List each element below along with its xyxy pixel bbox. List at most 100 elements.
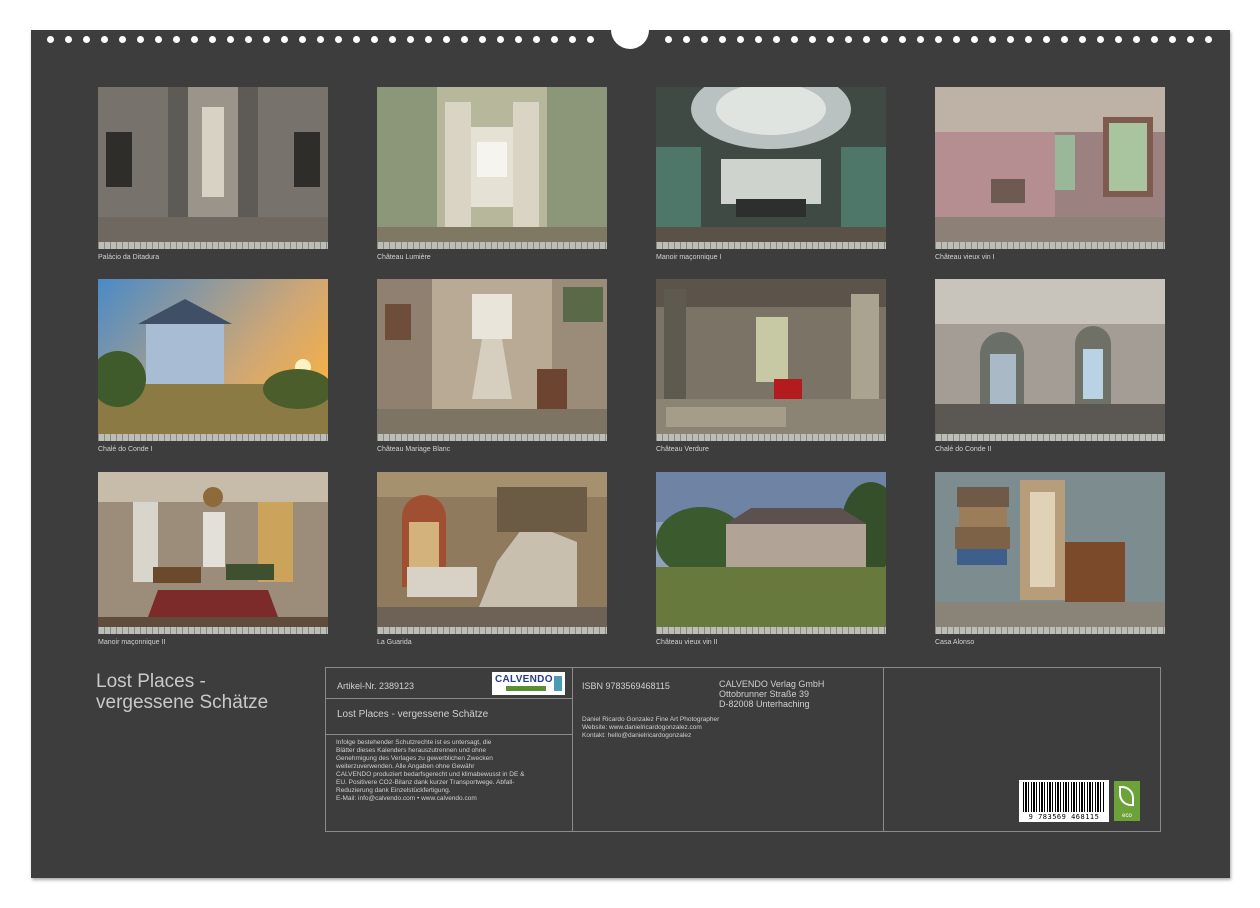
binding-hole: [1151, 36, 1158, 43]
binding-hole: [317, 36, 324, 43]
photo-card: Manoir maçonnique I: [656, 87, 886, 262]
binding-hole: [1115, 36, 1122, 43]
glass-dome-hall-photo: [656, 87, 886, 249]
binding-hole: [1187, 36, 1194, 43]
binding-hole: [371, 36, 378, 43]
legal-line: EU. Positivere CO2-Bilanz dank kurzer Tr…: [336, 779, 515, 786]
binding-hole: [863, 36, 870, 43]
credit-line: Daniel Ricardo Gonzalez Fine Art Photogr…: [582, 716, 720, 723]
binding-hole: [209, 36, 216, 43]
villa-sunset-photo: [98, 279, 328, 441]
photo-caption: Château Verdure: [656, 446, 709, 453]
binding-hole: [737, 36, 744, 43]
binding-hole: [533, 36, 540, 43]
photo-caption: Château Lumière: [377, 254, 431, 261]
binding-hole: [227, 36, 234, 43]
binding-hole: [1097, 36, 1104, 43]
address-line: D-82008 Unterhaching: [719, 699, 810, 709]
photo-caption: Château Mariage Blanc: [377, 446, 451, 453]
binding-hole: [1043, 36, 1050, 43]
photo-card: Chalé do Conde II: [935, 279, 1165, 454]
legal-line: Infolge bestehender Schutzrechte ist es …: [336, 739, 492, 746]
photo-caption: Chalé do Conde II: [935, 446, 992, 453]
imprint-box: Artikel-Nr. 2389123 CALVENDO Lost Places…: [325, 667, 1161, 832]
binding-hole: [755, 36, 762, 43]
legal-line: Blätter dieses Kalenders herauszutrennen…: [336, 747, 486, 754]
binding-hole: [281, 36, 288, 43]
legal-line: Genehmigung des Verlages zu gewerblichen…: [336, 755, 493, 762]
barcode-number: 9 783569 468115: [1028, 813, 1100, 821]
photo-card: Château vieux vin II: [656, 472, 886, 647]
binding-hole: [83, 36, 90, 43]
binding-hole: [155, 36, 162, 43]
binding-hole: [389, 36, 396, 43]
address-line: CALVENDO Verlag GmbH: [719, 679, 825, 689]
red-chair-ruin-photo: [656, 279, 886, 441]
photo-caption: Palácio da Ditadura: [98, 254, 160, 261]
binding-hole: [497, 36, 504, 43]
binding-hole: [989, 36, 996, 43]
binding-hole: [899, 36, 906, 43]
binding-hole: [47, 36, 54, 43]
legal-line: Reduzierung dank Einzelstückfertigung.: [336, 787, 451, 794]
divider: [326, 698, 572, 699]
binding-hole: [1169, 36, 1176, 43]
binding-hole: [245, 36, 252, 43]
binding-hole: [773, 36, 780, 43]
photo-card: Palácio da Ditadura: [98, 87, 328, 262]
binding-hole: [65, 36, 72, 43]
binding-hole: [407, 36, 414, 43]
barcode-bars: [1023, 782, 1105, 812]
binding-hole: [683, 36, 690, 43]
photo-card: Casa Alonso: [935, 472, 1165, 647]
binding-hole: [299, 36, 306, 43]
legal-line: E-Mail: info@calvendo.com • www.calvendo…: [336, 795, 477, 802]
binding-hole: [587, 36, 594, 43]
binding-hole: [1133, 36, 1140, 43]
legal-notice: Infolge bestehender Schutzrechte ist es …: [336, 739, 568, 803]
logo-name: CALVENDO: [495, 674, 553, 685]
photo-card: Château Mariage Blanc: [377, 279, 607, 454]
photo-caption: Chalé do Conde I: [98, 446, 153, 453]
logo-tagline: [506, 686, 546, 691]
binding-hole: [425, 36, 432, 43]
calendar-title: Lost Places - vergessene Schätze: [96, 671, 268, 713]
salon-chandelier-photo: [98, 472, 328, 634]
photo-card: Château vieux vin I: [935, 87, 1165, 262]
overgrown-mansion-photo: [656, 472, 886, 634]
binding-hole: [809, 36, 816, 43]
photo-card: Manoir maçonnique II: [98, 472, 328, 647]
credit-line: Website: www.danielricardogonzalez.com: [582, 724, 702, 731]
binding-hole: [335, 36, 342, 43]
photographer-credit: Daniel Ricardo Gonzalez Fine Art Photogr…: [582, 716, 719, 740]
calvendo-logo: CALVENDO: [492, 672, 565, 695]
photo-caption: Manoir maçonnique I: [656, 254, 722, 261]
photo-caption: Château vieux vin II: [656, 639, 718, 646]
logo-mark-icon: [554, 676, 562, 691]
open-double-doors-photo: [377, 87, 607, 249]
binding-hole: [1061, 36, 1068, 43]
grand-staircase-photo: [377, 472, 607, 634]
binding-hole: [971, 36, 978, 43]
binding-hole: [1007, 36, 1014, 43]
article-number: Artikel-Nr. 2389123: [337, 681, 415, 691]
binding-hole: [935, 36, 942, 43]
photo-caption: Château vieux vin I: [935, 254, 995, 261]
binding-hole: [917, 36, 924, 43]
binding-hole: [1025, 36, 1032, 43]
binding-hole: [263, 36, 270, 43]
binding-hole: [173, 36, 180, 43]
address-line: Ottobrunner Straße 39: [719, 689, 810, 699]
photo-caption: Casa Alonso: [935, 639, 975, 646]
binding-hole: [719, 36, 726, 43]
palace-atrium-photo: [98, 87, 328, 249]
binding-hole: [701, 36, 708, 43]
publisher-address: CALVENDO Verlag GmbH Ottobrunner Straße …: [719, 679, 824, 709]
leaf-icon: [1119, 786, 1134, 806]
photo-caption: Manoir maçonnique II: [98, 639, 166, 646]
divider: [326, 734, 572, 735]
binding-hole: [845, 36, 852, 43]
isbn: ISBN 9783569468115: [582, 681, 670, 691]
photo-card: Chalé do Conde I: [98, 279, 328, 454]
binding-hole: [1205, 36, 1212, 43]
